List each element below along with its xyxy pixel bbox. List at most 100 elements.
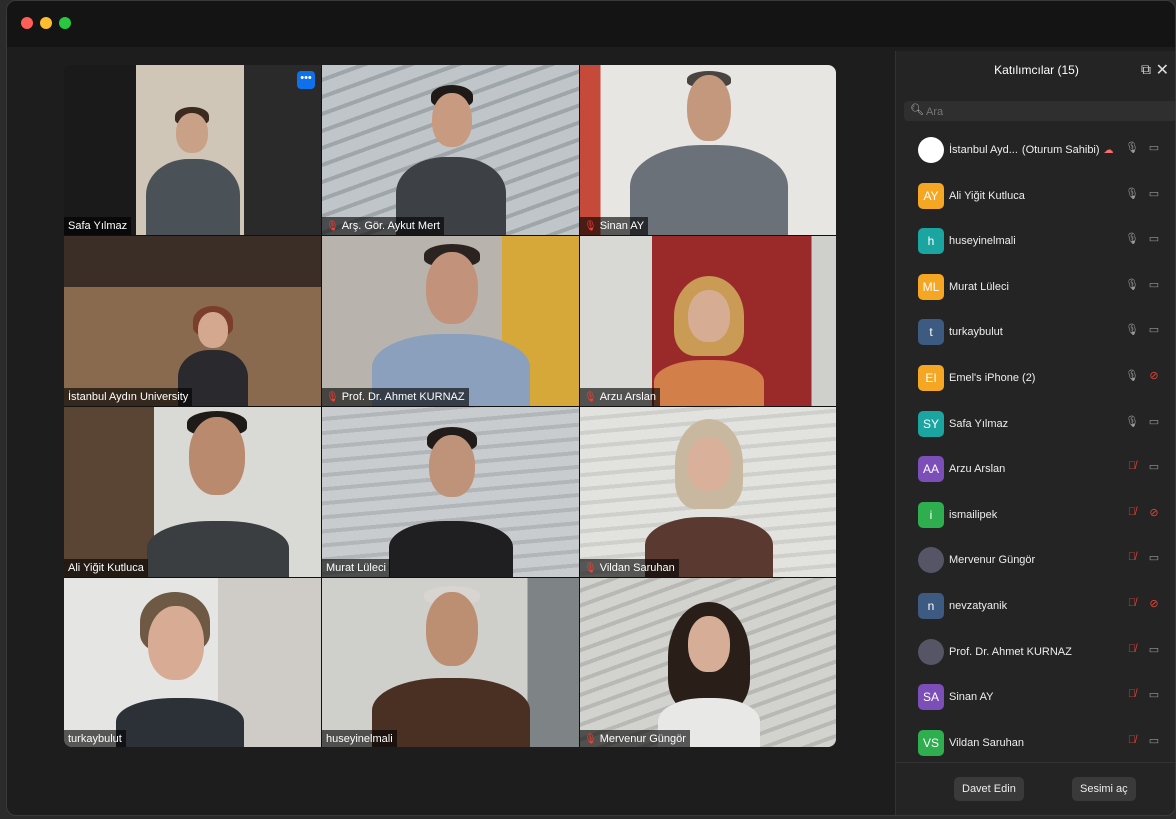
title-bar [7,1,1175,47]
host-label: (Oturum Sahibi) [1021,144,1100,156]
participant-name-tag: 🎙 Sinan AY [580,217,649,235]
mic-muted-icon: 🎙 [584,221,597,232]
panel-footer: Davet Edin Sesimi aç [896,762,1175,815]
mic-muted-icon[interactable]: 🎙̸ [1125,551,1139,563]
participant-name-tag: huseyinelmali [322,730,397,747]
mic-muted-icon[interactable]: 🎙̸ [1125,643,1139,655]
unmute-button[interactable]: Sesimi aç [1072,777,1136,801]
participant-name-tag: 🎙 Prof. Dr. Ahmet KURNAZ [322,388,469,406]
avatar: t [918,319,944,346]
participant-row[interactable]: EI Emel's iPhone (2) 🎙︎ ⊘ [896,357,1175,403]
avatar [918,547,944,574]
participant-name-tag: Murat Lüleci [322,559,390,577]
avatar: n [918,592,944,619]
camera-icon[interactable]: ▭ [1147,323,1161,336]
video-tile[interactable]: 🎙 Prof. Dr. Ahmet KURNAZ [322,236,579,406]
avatar: h [918,228,944,255]
avatar: EI [918,364,944,391]
meeting-window: ••• Safa Yılmaz 🎙 Arş. Gör. Aykut Mert 🎙 S… [6,0,1176,816]
participant-row[interactable]: SA Sinan AY 🎙̸ ▭ [896,676,1175,722]
maximize-window-button[interactable] [59,17,71,29]
mic-icon[interactable]: 🎙︎ [1125,278,1139,291]
participant-row[interactable]: SY Safa Yılmaz 🎙︎ ▭ [896,403,1175,449]
camera-icon[interactable]: ▭ [1147,415,1161,428]
video-tile[interactable]: Ali Yiğit Kutluca [64,407,321,577]
mic-icon[interactable]: 🎙︎ [1125,369,1139,382]
search-input[interactable] [924,101,1158,123]
camera-off-icon[interactable]: ⊘ [1147,506,1161,519]
video-tile[interactable]: ••• Safa Yılmaz [64,65,321,235]
participant-name: Mervenur Güngör [949,554,1036,567]
mic-icon[interactable]: 🎙︎ [1125,141,1139,154]
mic-muted-icon[interactable]: 🎙̸ [1125,460,1139,472]
camera-icon[interactable]: ▭ [1147,688,1161,701]
mic-muted-icon[interactable]: 🎙̸ [1125,734,1139,746]
mic-muted-icon[interactable]: 🎙̸ [1125,506,1139,518]
camera-icon[interactable]: ▭ [1147,278,1161,291]
participant-row[interactable]: AA Arzu Arslan 🎙̸ ▭ [896,448,1175,494]
participant-name-tag: turkaybulut [64,730,126,747]
minimize-window-button[interactable] [40,17,52,29]
participant-name: İstanbul Ayd... (Oturum Sahibi) ☁ [949,144,1114,156]
video-tile[interactable]: 🎙 Arzu Arslan [580,236,836,406]
mic-icon[interactable]: 🎙︎ [1125,323,1139,336]
participant-row[interactable]: Prof. Dr. Ahmet KURNAZ 🎙̸ ▭ [896,631,1175,677]
participant-row[interactable]: VS Vildan Saruhan 🎙̸ ▭ [896,722,1175,768]
participant-name-tag: Safa Yılmaz [64,217,132,235]
participant-name: huseyinelmali [949,235,1016,248]
video-tile[interactable]: 🎙 Mervenur Güngör [580,578,836,747]
video-tile[interactable]: 🎙 Sinan AY [580,65,836,235]
camera-icon[interactable]: ▭ [1147,460,1161,473]
mic-muted-icon[interactable]: 🎙̸ [1125,688,1139,700]
cloud-icon: ☁ [1103,145,1114,156]
participant-row[interactable]: h huseyinelmali 🎙︎ ▭ [896,220,1175,266]
participant-name-tag: 🎙 Mervenur Güngör [580,730,690,747]
avatar: SA [918,684,944,711]
participant-row[interactable]: Mervenur Güngör 🎙̸ ▭ [896,539,1175,585]
avatar: VS [918,729,944,756]
camera-icon[interactable]: ▭ [1147,187,1161,200]
popout-icon[interactable]: ⧉ [1141,61,1151,78]
mic-muted-icon: 🎙 [326,392,339,403]
camera-off-icon[interactable]: ⊘ [1147,369,1161,382]
video-tile-active-speaker[interactable]: Murat Lüleci [322,407,579,577]
video-tile[interactable]: huseyinelmali [322,578,579,747]
video-tile[interactable]: 🎙 Arş. Gör. Aykut Mert [322,65,579,235]
camera-icon[interactable]: ▭ [1147,232,1161,245]
participant-name: Ali Yiğit Kutluca [949,189,1025,202]
camera-icon[interactable]: ▭ [1147,643,1161,656]
close-window-button[interactable] [21,17,33,29]
participant-name: Arzu Arslan [949,463,1006,476]
more-options-button[interactable]: ••• [297,71,315,89]
participant-row[interactable]: t turkaybulut 🎙︎ ▭ [896,311,1175,357]
participant-name-tag: 🎙 Arzu Arslan [580,388,660,406]
video-tile[interactable]: turkaybulut [64,578,321,747]
participants-panel: Katılımcılar (15) ⧉ ✕ 🔍︎ İstanbul Ayd...… [895,51,1175,815]
mic-icon[interactable]: 🎙︎ [1125,187,1139,200]
panel-title: Katılımcılar (15) [994,63,1079,77]
camera-off-icon[interactable]: ⊘ [1147,597,1161,610]
avatar: AY [918,182,944,209]
close-icon[interactable]: ✕ [1156,60,1169,80]
participant-name-tag: İstanbul Aydın University [64,388,193,406]
camera-icon[interactable]: ▭ [1147,551,1161,564]
mic-icon[interactable]: 🎙︎ [1125,232,1139,245]
participant-name: turkaybulut [949,326,1003,339]
invite-button[interactable]: Davet Edin [954,777,1024,801]
participant-row[interactable]: i ismailipek 🎙̸ ⊘ [896,494,1175,540]
mic-muted-icon: 🎙 [584,392,597,403]
avatar: SY [918,410,944,437]
mic-muted-icon: 🎙 [584,734,597,745]
camera-icon[interactable]: ▭ [1147,734,1161,747]
participant-list: İstanbul Ayd... (Oturum Sahibi) ☁ 🎙︎ ▭ AY Ali … [896,129,1175,768]
video-tile[interactable]: İstanbul Aydın University [64,236,321,406]
participant-row[interactable]: ML Murat Lüleci 🎙︎ ▭ [896,266,1175,312]
camera-icon[interactable]: ▭ [1147,141,1161,154]
participant-row[interactable]: AY Ali Yiğit Kutluca 🎙︎ ▭ [896,175,1175,221]
avatar: ML [918,273,944,300]
mic-icon[interactable]: 🎙︎ [1125,415,1139,428]
participant-row[interactable]: n nevzatyanik 🎙̸ ⊘ [896,585,1175,631]
mic-muted-icon[interactable]: 🎙̸ [1125,597,1139,609]
participant-row[interactable]: İstanbul Ayd... (Oturum Sahibi) ☁ 🎙︎ ▭ [896,129,1175,175]
video-tile[interactable]: 🎙 Vildan Saruhan [580,407,836,577]
